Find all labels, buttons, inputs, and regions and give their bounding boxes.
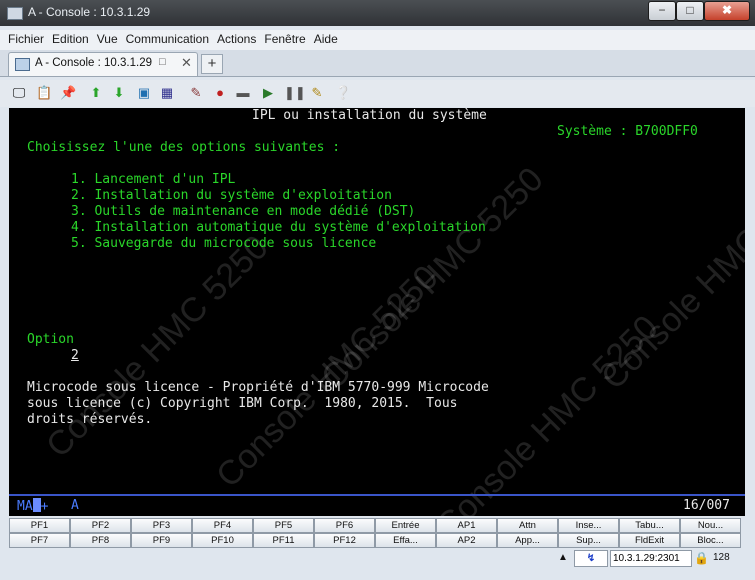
key-pf5[interactable]: PF5 [253, 518, 314, 533]
key-pf4[interactable]: PF4 [192, 518, 253, 533]
maximize-button[interactable]: □ [676, 1, 704, 21]
display-icon[interactable]: ▣ [136, 85, 152, 101]
tab-close-icon[interactable]: ✕ [181, 55, 192, 71]
key-erase[interactable]: Effa... [375, 533, 436, 548]
input-mode: A [71, 498, 79, 513]
menu-actions[interactable]: Actions [217, 30, 256, 49]
menu-vue[interactable]: Vue [97, 30, 118, 49]
menu-fenetre[interactable]: Fenêtre [264, 30, 305, 49]
key-ap2[interactable]: AP2 [436, 533, 497, 548]
disconnect-icon[interactable]: ▬ [235, 85, 251, 101]
menu-edition[interactable]: Edition [52, 30, 89, 49]
clipboard-icon[interactable]: 📌 [60, 85, 76, 101]
tab-bar: A - Console : 10.3.1.29 □ ✕ + [0, 50, 755, 77]
screen-title: IPL ou installation du système [252, 108, 487, 123]
window-title: A - Console : 10.3.1.29 [28, 5, 151, 19]
help-icon[interactable]: ❔ [335, 85, 351, 101]
menu-aide[interactable]: Aide [314, 30, 338, 49]
key-attn[interactable]: Attn [497, 518, 558, 533]
receive-icon[interactable]: ⬇ [111, 85, 127, 101]
key-pf10[interactable]: PF10 [192, 533, 253, 548]
key-new-line[interactable]: Nou... [680, 518, 741, 533]
option-input[interactable]: 2 [71, 348, 79, 364]
cursor [32, 498, 41, 512]
copyright-line: droits réservés. [27, 412, 153, 427]
keypad-icon[interactable]: ▦ [159, 85, 175, 101]
key-field-exit[interactable]: FldExit [619, 533, 680, 548]
menu-bar: Fichier Edition Vue Communication Actions Fen… [0, 30, 755, 50]
option-item: 2. Installation du système d'exploitatio… [71, 188, 392, 203]
toolbar: 🖵 📋 📌 ⬆ ⬇ ▣ ▦ ✎ ● ▬ ▶ ❚❚ ✎ ❔ [0, 80, 755, 107]
scroll-up-icon[interactable]: ▲ [558, 552, 568, 563]
key-pf3[interactable]: PF3 [131, 518, 192, 533]
instruction-text: Choisissez l'une des options suivantes : [27, 140, 341, 155]
key-delete[interactable]: Sup... [558, 533, 619, 548]
stop-icon[interactable]: ● [212, 85, 228, 101]
terminal-screen[interactable]: Console HMC 5250 Console HMC 5250 Consol… [9, 108, 745, 516]
key-pf12[interactable]: PF12 [314, 533, 375, 548]
key-pf11[interactable]: PF11 [253, 533, 314, 548]
notes-icon[interactable]: ✎ [309, 85, 325, 101]
tab-maximize-icon[interactable]: □ [159, 56, 170, 68]
key-tab[interactable]: Tabu... [619, 518, 680, 533]
function-key-panel: PF1 PF2 PF3 PF4 PF5 PF6 Entrée AP1 Attn … [9, 516, 745, 548]
menu-fichier[interactable]: Fichier [8, 30, 44, 49]
minimize-button[interactable]: − [648, 1, 676, 21]
copyright-line: sous licence (c) Copyright IBM Corp. 198… [27, 396, 458, 411]
key-block[interactable]: Bloc... [680, 533, 741, 548]
connection-status-icon: ↯ [574, 550, 608, 567]
watermark: Console HMC 5250 [209, 258, 446, 495]
system-name: Système : B700DFF0 [557, 124, 698, 139]
macro-record-icon[interactable]: ✎ [188, 85, 204, 101]
menu-communication[interactable]: Communication [126, 30, 209, 49]
operator-info: MA + [17, 498, 48, 515]
close-button[interactable]: ✖ [704, 1, 750, 21]
copyright-line: Microcode sous licence - Propriété d'IBM… [27, 380, 489, 395]
status-bar: ▲ ↯ 10.3.1.29:2301 🔒 128 [0, 548, 755, 580]
lock-number: 128 [713, 552, 730, 563]
status-plus: + [40, 499, 49, 514]
key-pf2[interactable]: PF2 [70, 518, 131, 533]
copy-icon[interactable]: 🖵 [11, 85, 27, 101]
app-icon [7, 7, 23, 20]
option-item: 3. Outils de maintenance en mode dédié (… [71, 204, 416, 219]
option-item: 1. Lancement d'un IPL [71, 172, 236, 187]
console-window: A - Console : 10.3.1.29 − □ ✖ Fichier Edi… [0, 0, 755, 580]
paste-icon[interactable]: 📋 [36, 85, 52, 101]
key-ap1[interactable]: AP1 [436, 518, 497, 533]
tab-console[interactable]: A - Console : 10.3.1.29 □ ✕ [8, 52, 198, 76]
new-tab-button[interactable]: + [201, 54, 223, 74]
play-icon[interactable]: ▶ [260, 85, 276, 101]
key-enter[interactable]: Entrée [375, 518, 436, 533]
watermark: Console HMC 5250 [429, 308, 666, 516]
key-pf1[interactable]: PF1 [9, 518, 70, 533]
key-pf7[interactable]: PF7 [9, 533, 70, 548]
option-item: 4. Installation automatique du système d… [71, 220, 486, 235]
watermark: Console HMC 5250 [39, 228, 276, 465]
key-app[interactable]: App... [497, 533, 558, 548]
key-pf6[interactable]: PF6 [314, 518, 375, 533]
monitor-icon [15, 58, 30, 71]
host-address: 10.3.1.29:2301 [610, 550, 692, 567]
key-insert[interactable]: Inse... [558, 518, 619, 533]
lock-icon: 🔒 [694, 551, 709, 565]
status-separator [9, 494, 745, 496]
pause-icon[interactable]: ❚❚ [284, 85, 306, 101]
key-pf8[interactable]: PF8 [70, 533, 131, 548]
option-item: 5. Sauvegarde du microcode sous licence [71, 236, 377, 251]
status-indicator: MA [17, 499, 33, 514]
title-bar: A - Console : 10.3.1.29 − □ ✖ [0, 0, 755, 26]
cursor-position: 16/007 [683, 498, 730, 513]
option-label: Option [27, 332, 74, 347]
send-icon[interactable]: ⬆ [88, 85, 104, 101]
tab-label: A - Console : 10.3.1.29 [35, 57, 152, 69]
key-pf9[interactable]: PF9 [131, 533, 192, 548]
